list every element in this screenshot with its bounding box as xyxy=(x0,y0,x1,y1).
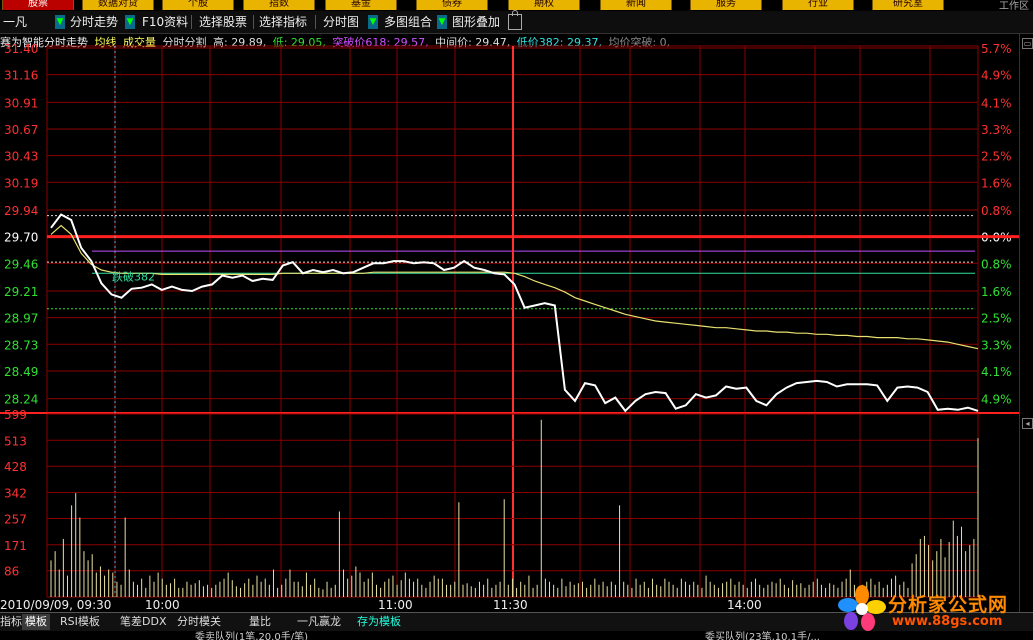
expand-icon[interactable]: ◂ xyxy=(1022,418,1033,429)
price-tick-label: 28.24 xyxy=(4,393,38,407)
tab-volume-ratio[interactable]: 量比 xyxy=(249,614,271,630)
price-tick-label: 28.97 xyxy=(4,312,38,326)
tab-intraday-cross[interactable]: 分时模关 xyxy=(177,614,221,630)
logo-url: www.88gs.com xyxy=(892,614,1003,629)
percent-tick-label: 0.8% xyxy=(981,257,1012,271)
time-axis-label: 11:00 xyxy=(378,598,413,612)
tab-ddx[interactable]: 笔差DDX xyxy=(120,614,166,630)
right-edge-panel: ▭ ◂ xyxy=(1019,34,1033,612)
percent-tick-label: 2.5% xyxy=(981,150,1012,164)
collapse-icon[interactable]: ▭ xyxy=(1022,38,1033,49)
percent-tick-label: 3.3% xyxy=(981,123,1012,137)
volume-tick-label: 599 xyxy=(4,408,27,422)
time-axis-label: 14:00 xyxy=(727,598,762,612)
tab-indicator[interactable]: 指标 xyxy=(0,614,22,630)
logo-title: 分析家公式网 xyxy=(888,594,1009,616)
intraday-chart[interactable]: 31.40 5.7% 31.16 4.9% 30.91 4.1% 30.67 3.3% 30.4… xyxy=(0,0,1033,640)
price-tick-label: 29.21 xyxy=(4,285,38,299)
time-axis-label: 10:00 xyxy=(145,598,180,612)
price-tick-label: 30.67 xyxy=(4,123,38,137)
percent-tick-label: 5.7% xyxy=(981,42,1012,56)
price-tick-label: 30.43 xyxy=(4,150,38,164)
tab-rsi-template[interactable]: RSI模板 xyxy=(60,614,100,630)
price-tick-label: 31.40 xyxy=(4,42,38,56)
price-tick-label: 28.49 xyxy=(4,365,38,379)
percent-tick-label: 1.6% xyxy=(981,285,1012,299)
site-logo: 分析家公式网 www.88gs.com xyxy=(836,585,1033,633)
sell-queue-label: 委卖队列(1笔,20.0手/笔) xyxy=(195,632,308,640)
volume-tick-label: 171 xyxy=(4,539,27,553)
tab-template[interactable]: 模板 xyxy=(22,614,50,630)
tab-yifan[interactable]: 一凡赢龙 xyxy=(297,614,341,630)
price-tick-label: 31.16 xyxy=(4,69,38,83)
volume-tick-label: 86 xyxy=(4,565,19,579)
percent-tick-label: 1.6% xyxy=(981,176,1012,190)
price-tick-label: 28.73 xyxy=(4,338,38,352)
percent-tick-label: 4.1% xyxy=(981,96,1012,110)
time-axis-label: 2010/09/09, 09:30 xyxy=(0,598,111,612)
price-tick-label: 30.91 xyxy=(4,96,38,110)
volume-tick-label: 257 xyxy=(4,512,27,526)
percent-tick-label: 3.3% xyxy=(981,338,1012,352)
avg-price-line xyxy=(50,224,979,350)
percent-tick-label: 4.9% xyxy=(981,69,1012,83)
breakdown-annotation: 跌破382 xyxy=(112,269,155,283)
percent-tick-label: 4.1% xyxy=(981,365,1012,379)
volume-tick-label: 342 xyxy=(4,487,27,501)
price-line xyxy=(50,213,979,413)
price-tick-label: 30.19 xyxy=(4,176,38,190)
save-template-button[interactable]: 存为模板 xyxy=(357,614,401,630)
percent-tick-label: 0.8% xyxy=(981,204,1012,218)
time-axis-label: 11:30 xyxy=(493,598,528,612)
volume-tick-label: 428 xyxy=(4,460,27,474)
volume-tick-label: 513 xyxy=(4,434,27,448)
percent-tick-label: 4.9% xyxy=(981,393,1012,407)
flower-logo-icon xyxy=(838,585,886,631)
price-tick-label: 29.94 xyxy=(4,204,38,218)
buy-queue-label: 委买队列(23笔,10.1手/... xyxy=(705,632,820,640)
percent-tick-label: 2.5% xyxy=(981,312,1012,326)
price-tick-label: 29.46 xyxy=(4,257,38,271)
price-tick-label: 29.70 xyxy=(4,231,38,245)
